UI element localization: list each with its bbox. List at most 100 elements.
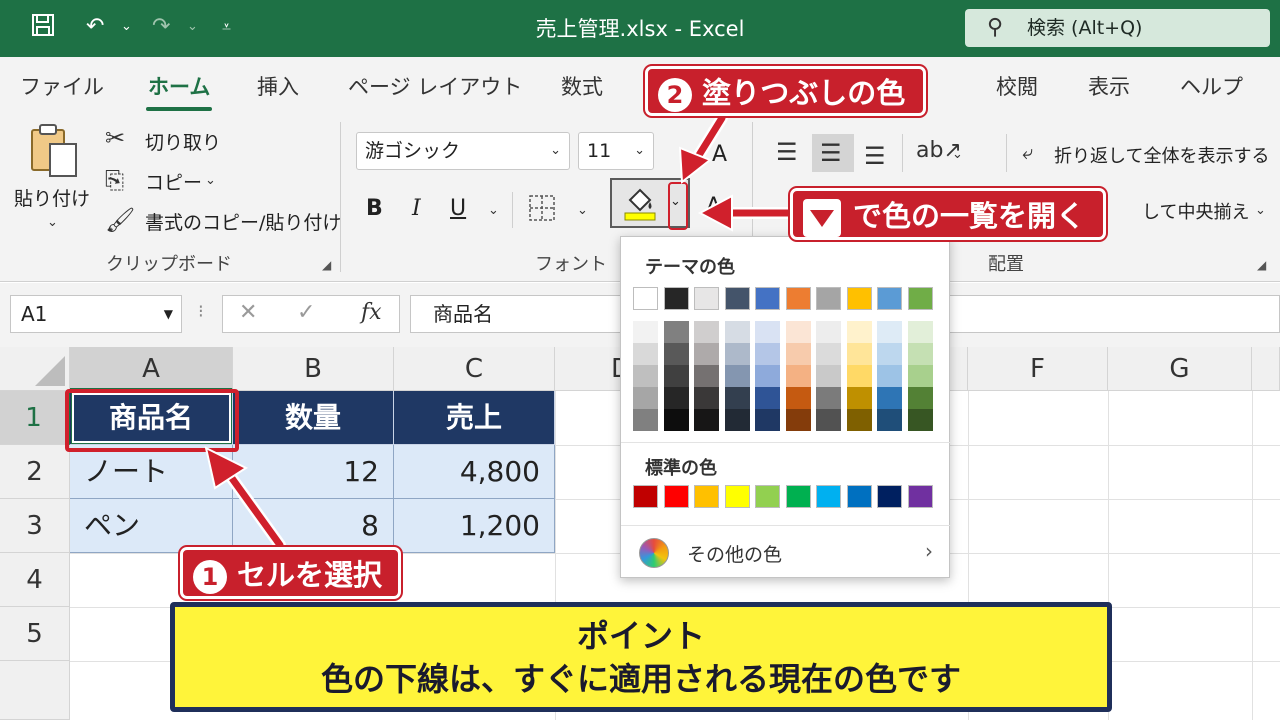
row-header-5[interactable]: 5 <box>0 607 70 661</box>
standard-color-swatch[interactable] <box>785 485 811 508</box>
theme-tint-swatch[interactable] <box>724 365 750 387</box>
borders-dropdown-icon[interactable]: ⌄ <box>577 204 588 217</box>
row-header-1[interactable]: 1 <box>0 391 70 445</box>
standard-color-swatch[interactable] <box>816 485 841 508</box>
theme-tint-swatch[interactable] <box>724 343 750 365</box>
theme-tint-swatch[interactable] <box>694 343 719 365</box>
theme-tint-swatch[interactable] <box>907 343 933 365</box>
theme-tint-swatch[interactable] <box>755 387 780 409</box>
theme-tint-swatch[interactable] <box>724 409 750 431</box>
theme-tint-swatch[interactable] <box>907 365 933 387</box>
bold-button[interactable]: B <box>366 196 383 221</box>
theme-tint-swatch[interactable] <box>694 365 719 387</box>
standard-color-swatch[interactable] <box>907 485 933 508</box>
theme-tint-swatch[interactable] <box>755 365 780 387</box>
theme-color-swatch[interactable] <box>663 287 689 310</box>
merge-dropdown-icon[interactable]: ⌄ <box>1255 204 1266 217</box>
format-painter-icon[interactable]: 🖌 <box>105 208 135 232</box>
theme-tint-swatch[interactable] <box>755 409 780 431</box>
align-middle-icon[interactable]: ☰ <box>812 134 854 172</box>
tab-page-layout[interactable]: ページ レイアウト <box>348 71 522 101</box>
theme-color-swatch[interactable] <box>724 287 750 310</box>
enter-icon[interactable]: ✓ <box>297 300 315 325</box>
theme-tint-swatch[interactable] <box>846 387 872 409</box>
standard-color-swatch[interactable] <box>724 485 750 508</box>
column-header-partial[interactable] <box>1252 347 1280 391</box>
column-header-b[interactable]: B <box>233 347 394 391</box>
theme-color-swatch[interactable] <box>907 287 933 310</box>
borders-icon[interactable] <box>528 194 556 225</box>
paste-icon[interactable] <box>28 122 80 181</box>
copy-dropdown-icon[interactable]: ⌄ <box>205 174 216 187</box>
name-box[interactable]: A1 ▼ <box>10 295 182 333</box>
underline-button[interactable]: U <box>450 196 466 221</box>
theme-tint-swatch[interactable] <box>877 343 902 365</box>
theme-tint-swatch[interactable] <box>755 343 780 365</box>
theme-tint-swatch[interactable] <box>633 343 658 365</box>
merge-center-label[interactable]: して中央揃え <box>1142 198 1249 224</box>
theme-tint-swatch[interactable] <box>785 409 811 431</box>
theme-tint-swatch[interactable] <box>633 409 658 431</box>
cell-c3[interactable]: 1,200 <box>394 499 555 553</box>
cell-a3[interactable]: ペン <box>70 499 233 553</box>
theme-tint-swatch[interactable] <box>663 387 689 409</box>
underline-dropdown-icon[interactable]: ⌄ <box>488 204 499 217</box>
column-header-g[interactable]: G <box>1108 347 1252 391</box>
theme-tint-swatch[interactable] <box>694 409 719 431</box>
grow-font-button[interactable]: A <box>712 142 727 167</box>
tab-view[interactable]: 表示 <box>1088 71 1130 101</box>
select-all-corner[interactable] <box>0 347 70 391</box>
standard-color-swatch[interactable] <box>846 485 872 508</box>
orientation-dropdown-icon[interactable]: ⌄ <box>952 148 963 161</box>
theme-tint-swatch[interactable] <box>816 387 841 409</box>
theme-tint-swatch[interactable] <box>877 387 902 409</box>
theme-color-swatch[interactable] <box>633 287 658 310</box>
insert-function-button[interactable]: fx <box>361 300 382 325</box>
theme-tint-swatch[interactable] <box>846 409 872 431</box>
theme-tint-swatch[interactable] <box>694 387 719 409</box>
standard-color-swatch[interactable] <box>694 485 719 508</box>
theme-tint-swatch[interactable] <box>785 365 811 387</box>
theme-tint-swatch[interactable] <box>877 321 902 343</box>
theme-tint-swatch[interactable] <box>816 343 841 365</box>
column-header-a[interactable]: A <box>70 347 233 391</box>
cell-b3[interactable]: 8 <box>233 499 394 553</box>
font-color-button[interactable]: A <box>706 194 721 219</box>
theme-tint-swatch[interactable] <box>694 321 719 343</box>
cancel-icon[interactable]: ✕ <box>239 300 257 325</box>
theme-tint-swatch[interactable] <box>846 365 872 387</box>
cell-b1[interactable]: 数量 <box>233 391 394 445</box>
tab-help[interactable]: ヘルプ <box>1180 71 1243 101</box>
cell-c2[interactable]: 4,800 <box>394 445 555 499</box>
tab-file[interactable]: ファイル <box>20 71 104 101</box>
wrap-text-icon[interactable]: ⤶ <box>1022 142 1033 162</box>
row-header-2[interactable]: 2 <box>0 445 70 499</box>
theme-tint-swatch[interactable] <box>724 387 750 409</box>
paste-label[interactable]: 貼り付け <box>14 184 90 211</box>
theme-tint-swatch[interactable] <box>907 409 933 431</box>
theme-tint-swatch[interactable] <box>785 387 811 409</box>
theme-tint-swatch[interactable] <box>846 321 872 343</box>
theme-tint-swatch[interactable] <box>755 321 780 343</box>
cut-icon[interactable]: ✂ <box>105 126 125 150</box>
theme-color-swatch[interactable] <box>785 287 811 310</box>
theme-tint-swatch[interactable] <box>846 343 872 365</box>
cell-a2[interactable]: ノート <box>70 445 233 499</box>
theme-tint-swatch[interactable] <box>663 409 689 431</box>
format-painter-label[interactable]: 書式のコピー/貼り付け <box>145 208 341 235</box>
font-name-dropdown[interactable]: 游ゴシック ⌄ <box>356 132 570 170</box>
cell-b2[interactable]: 12 <box>233 445 394 499</box>
theme-tint-swatch[interactable] <box>877 365 902 387</box>
align-bottom-icon[interactable]: ☰ <box>864 144 886 168</box>
column-header-c[interactable]: C <box>394 347 555 391</box>
theme-tint-swatch[interactable] <box>816 409 841 431</box>
theme-tint-swatch[interactable] <box>663 365 689 387</box>
theme-tint-swatch[interactable] <box>816 365 841 387</box>
row-header-6[interactable] <box>0 661 70 720</box>
standard-color-swatch[interactable] <box>633 485 658 508</box>
theme-tint-swatch[interactable] <box>633 387 658 409</box>
standard-color-swatch[interactable] <box>877 485 902 508</box>
font-size-dropdown[interactable]: 11 ⌄ <box>578 132 654 170</box>
theme-color-swatch[interactable] <box>846 287 872 310</box>
more-colors-item[interactable]: その他の色 › <box>621 527 951 577</box>
